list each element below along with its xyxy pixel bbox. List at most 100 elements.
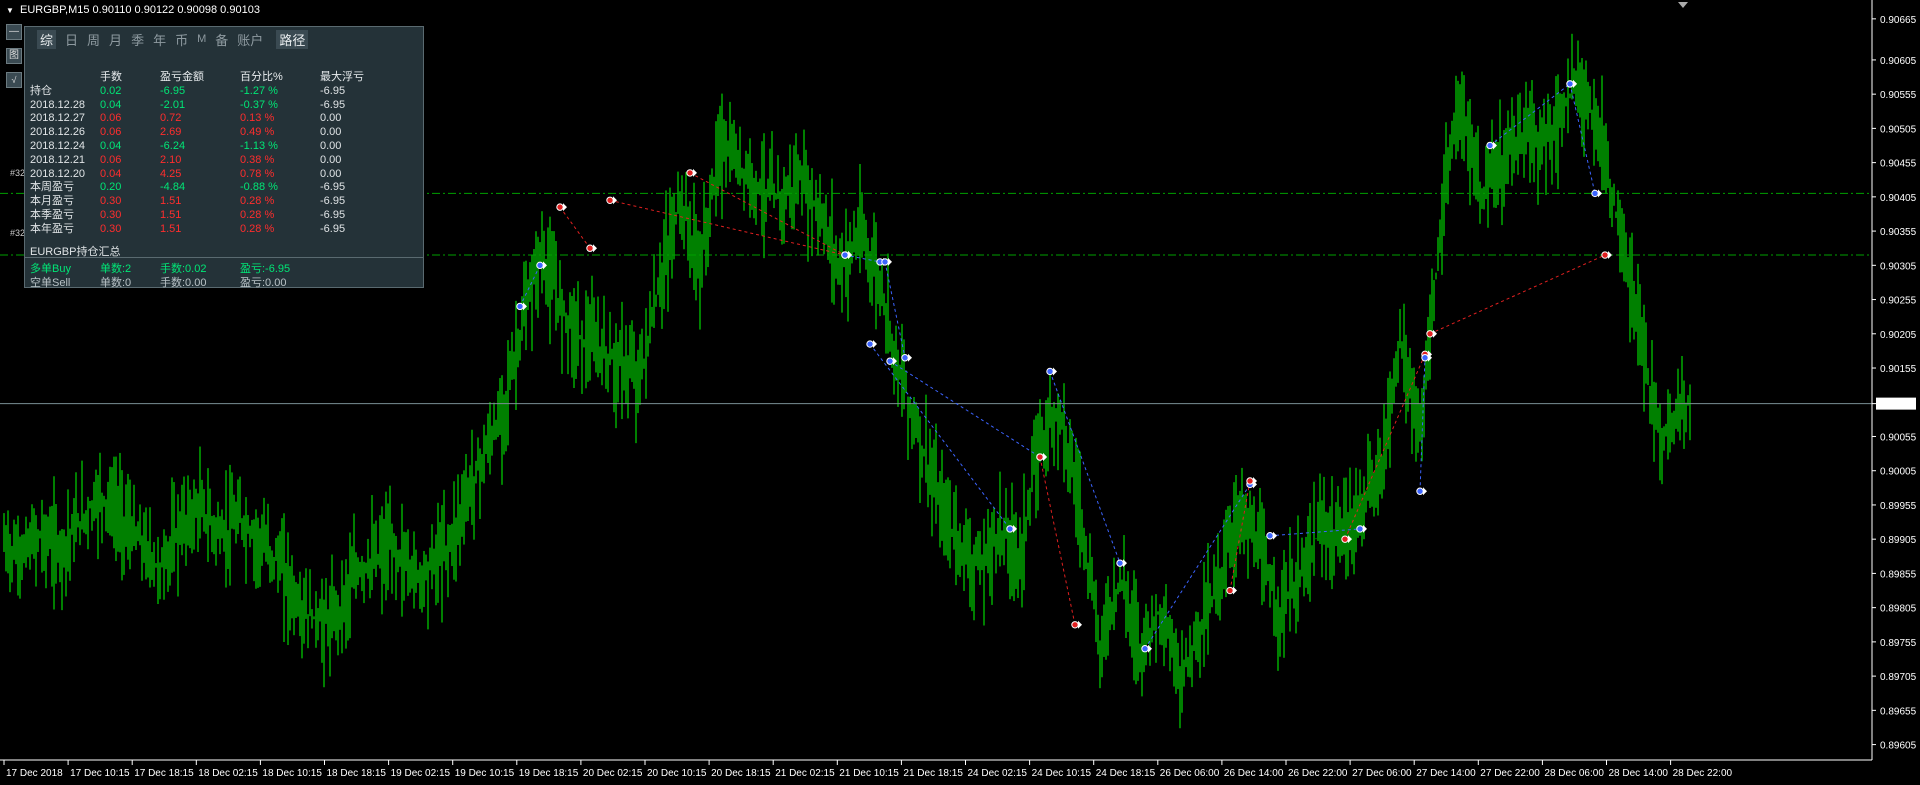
row-pnl: -2.01 [160, 98, 186, 111]
x-tick-label: 17 Dec 10:15 [70, 768, 130, 779]
row-max-drawdown: 0.00 [320, 153, 342, 166]
stats-header-row: 手数 盈亏金额 百分比% 最大浮亏 [30, 71, 390, 85]
trade-marker[interactable] [1141, 645, 1149, 653]
trade-marker[interactable] [1601, 251, 1609, 259]
check-button[interactable]: √ [6, 72, 22, 88]
x-tick-label: 18 Dec 10:15 [262, 768, 322, 779]
trade-marker[interactable] [1591, 189, 1599, 198]
row-pnl: 1.51 [160, 195, 182, 208]
trade-marker[interactable] [1246, 477, 1254, 485]
y-tick-label: 0.90505 [1880, 124, 1917, 135]
summary-divider [25, 257, 423, 258]
stats-table: 手数 盈亏金额 百分比% 最大浮亏 持仓 0.02 -6.95 -1.27 % -6.9… [30, 71, 390, 237]
x-tick-label: 19 Dec 18:15 [519, 768, 579, 779]
sell-count: 单数:0 [100, 277, 132, 289]
trade-marker[interactable] [1341, 535, 1349, 543]
trade-marker[interactable] [1071, 621, 1079, 629]
trade-marker[interactable] [556, 203, 564, 211]
stats-row: 本年盈亏 0.30 1.51 0.28 % -6.95 [30, 223, 390, 237]
trade-marker[interactable] [1416, 487, 1424, 495]
trade-marker[interactable] [901, 354, 909, 362]
minimize-button[interactable]: — [6, 24, 22, 40]
trade-marker[interactable] [1036, 453, 1044, 461]
row-label: 本年盈亏 [30, 222, 74, 235]
trade-marker[interactable] [886, 357, 894, 365]
scroll-marker-icon[interactable] [1678, 2, 1688, 8]
tab-magic[interactable]: M [197, 33, 206, 45]
stats-row: 2018.12.21 0.06 2.10 0.38 % 0.00 [30, 154, 390, 168]
trade-marker[interactable] [686, 169, 694, 177]
trade-marker[interactable] [881, 258, 889, 266]
y-tick-label: 0.90255 [1880, 296, 1917, 307]
row-pnl: 2.69 [160, 126, 182, 139]
chart-button[interactable]: 图 [6, 48, 22, 64]
trade-marker[interactable] [866, 340, 874, 348]
trade-marker[interactable] [841, 251, 849, 259]
x-tick-label: 28 Dec 22:00 [1673, 768, 1733, 779]
col-header: 百分比% [240, 71, 283, 83]
col-header: 手数 [100, 71, 122, 83]
tab-quarter[interactable]: 季 [131, 30, 144, 49]
row-max-drawdown: -6.95 [320, 222, 346, 235]
tab-note[interactable]: 备 [215, 30, 228, 49]
tab-account[interactable]: 账户 [237, 30, 263, 49]
x-tick-label: 19 Dec 02:15 [391, 768, 451, 779]
row-pnl: 0.72 [160, 112, 182, 125]
y-tick-label: 0.89655 [1880, 706, 1917, 717]
row-label: 2018.12.28 [30, 98, 86, 111]
x-tick-label: 24 Dec 02:15 [968, 768, 1028, 779]
row-lots: 0.04 [100, 139, 122, 152]
row-pnl: 1.51 [160, 222, 182, 235]
y-tick-label: 0.90205 [1880, 330, 1917, 341]
row-percent: -0.37 % [240, 98, 278, 111]
trade-marker[interactable] [1426, 330, 1434, 338]
stats-row: 本月盈亏 0.30 1.51 0.28 % -6.95 [30, 195, 390, 209]
tab-day[interactable]: 日 [65, 30, 78, 49]
sell-pnl: 盈亏:0.00 [240, 277, 287, 289]
stats-row: 本季盈亏 0.30 1.51 0.28 % -6.95 [30, 209, 390, 223]
tab-summary[interactable]: 综 [37, 29, 57, 49]
row-lots: 0.04 [100, 167, 122, 180]
tab-year[interactable]: 年 [153, 30, 166, 49]
trade-marker[interactable] [536, 261, 544, 270]
x-tick-label: 27 Dec 22:00 [1480, 768, 1540, 779]
trade-marker[interactable] [1006, 525, 1014, 533]
x-tick-label: 20 Dec 02:15 [583, 768, 643, 779]
x-tick-label: 27 Dec 14:00 [1416, 768, 1476, 779]
row-lots: 0.30 [100, 222, 122, 235]
trade-marker[interactable] [1566, 80, 1574, 88]
row-label: 本季盈亏 [30, 208, 74, 221]
y-tick-label: 0.90665 [1880, 15, 1917, 26]
trade-marker[interactable] [1046, 367, 1054, 376]
collapse-triangle-icon[interactable]: ▼ [6, 6, 14, 15]
sell-summary-row: 空单Sell 单数:0 手数:0.00 盈亏:0.00 [30, 274, 320, 290]
trade-marker[interactable] [1226, 586, 1234, 595]
row-percent: 0.78 % [240, 167, 275, 180]
trade-marker[interactable] [606, 196, 614, 204]
row-lots: 0.30 [100, 208, 122, 221]
trade-marker[interactable] [1421, 354, 1429, 362]
trade-marker[interactable] [516, 302, 524, 311]
y-tick-label: 0.89805 [1880, 604, 1917, 615]
row-pnl: -4.84 [160, 181, 186, 194]
tab-path[interactable]: 路径 [276, 29, 309, 49]
y-tick-label: 0.89705 [1880, 672, 1917, 683]
x-tick-label: 19 Dec 10:15 [455, 768, 515, 779]
trade-marker[interactable] [1356, 525, 1364, 533]
y-tick-label: 0.90405 [1880, 193, 1917, 204]
tab-currency[interactable]: 币 [175, 30, 188, 49]
sell-label: 空单Sell [30, 277, 71, 289]
tab-month[interactable]: 月 [109, 30, 122, 49]
row-label: 本月盈亏 [30, 195, 74, 208]
row-max-drawdown: -6.95 [320, 208, 346, 221]
tab-week[interactable]: 周 [87, 30, 100, 49]
y-tick-label: 0.90605 [1880, 56, 1917, 67]
row-label: 2018.12.20 [30, 167, 86, 180]
trade-marker[interactable] [586, 244, 594, 252]
row-lots: 0.30 [100, 195, 122, 208]
trade-marker[interactable] [1266, 532, 1274, 540]
trade-marker[interactable] [1116, 559, 1124, 567]
symbol-info: EURGBP,M15 0.90110 0.90122 0.90098 0.901… [19, 4, 260, 16]
row-label: 持仓 [30, 84, 52, 97]
trade-marker[interactable] [1486, 141, 1494, 150]
